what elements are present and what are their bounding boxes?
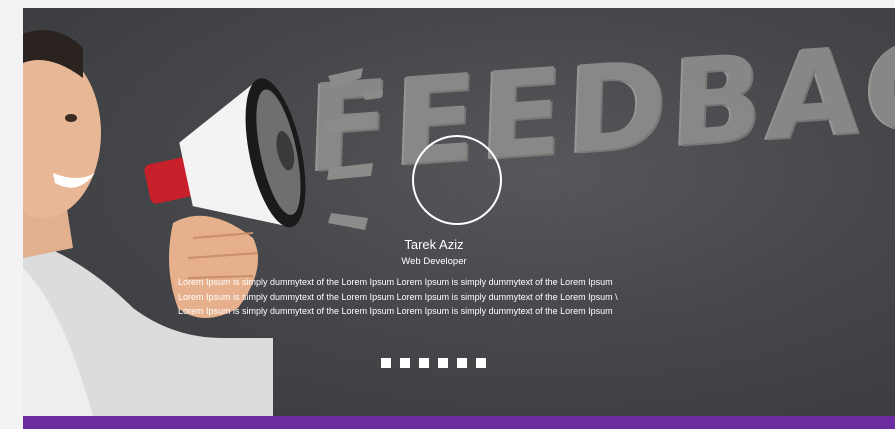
testimonial-line: Lorem Ipsum is simply dummytext of the L… <box>178 306 613 316</box>
man-with-megaphone-image <box>23 30 306 416</box>
reviewer-avatar <box>412 135 502 225</box>
speed-lines-decoration <box>323 68 383 230</box>
slider-pagination <box>381 358 486 368</box>
testimonial-text: Lorem Ipsum is simply dummytext of the L… <box>178 275 738 319</box>
testimonial-line: Lorem Ipsum is simply dummytext of the L… <box>178 277 613 287</box>
testimonial-line: Lorem Ipsum is simply dummytext of the L… <box>178 291 618 302</box>
reviewer-role: Web Developer <box>401 256 467 267</box>
reviewer-name: Tarek Aziz <box>404 237 464 252</box>
slider-dot-5[interactable] <box>457 358 467 368</box>
testimonial-banner: FEEDBAC <box>23 8 895 416</box>
slider-dot-3[interactable] <box>419 358 429 368</box>
slider-dot-1[interactable] <box>381 358 391 368</box>
footer-accent-bar <box>23 416 895 429</box>
slider-dot-2[interactable] <box>400 358 410 368</box>
slider-dot-6[interactable] <box>476 358 486 368</box>
slider-dot-4[interactable] <box>438 358 448 368</box>
